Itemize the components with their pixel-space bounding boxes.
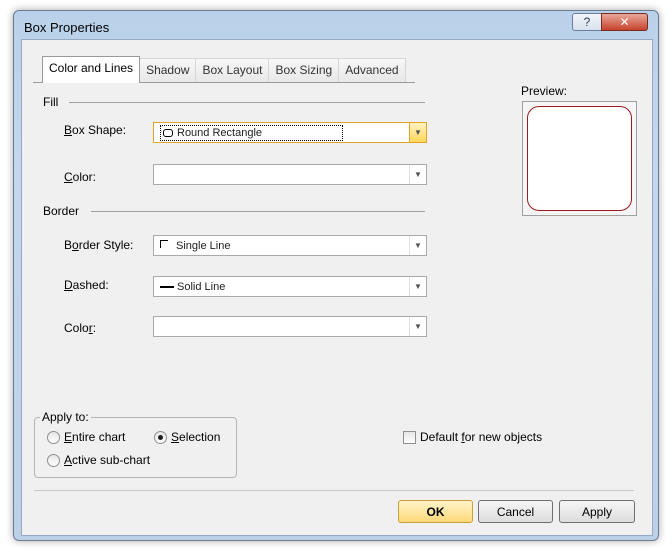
close-button[interactable]: ✕: [601, 13, 648, 31]
tab-box-layout[interactable]: Box Layout: [195, 58, 270, 82]
help-icon: ?: [583, 15, 591, 29]
apply-to-legend: Apply to:: [40, 410, 91, 424]
dashed-label: Dashed:: [64, 278, 109, 292]
help-button[interactable]: ?: [572, 13, 602, 31]
tab-strip: Color and Lines Shadow Box Layout Box Si…: [42, 56, 406, 83]
box-shape-dropdown[interactable]: Round Rectangle ▼: [153, 122, 427, 143]
fill-divider: [69, 102, 425, 103]
active-subchart-radio[interactable]: Active sub-chart: [47, 453, 150, 467]
chevron-down-icon[interactable]: ▼: [409, 123, 426, 142]
tab-color-and-lines[interactable]: Color and Lines: [42, 56, 141, 83]
fill-section-label: Fill: [43, 95, 63, 109]
single-line-corner-icon: [160, 239, 168, 248]
border-style-label: Border Style:: [64, 238, 134, 252]
preview-label: Preview:: [521, 84, 568, 98]
preview-shape: [527, 106, 632, 211]
tab-box-sizing[interactable]: Box Sizing: [268, 58, 340, 82]
selection-label: Selection: [171, 430, 221, 444]
tab-shadow[interactable]: Shadow: [139, 58, 197, 82]
entire-chart-label: Entire chart: [64, 430, 126, 444]
entire-chart-radio[interactable]: Entire chart: [47, 430, 125, 444]
solid-line-icon: [160, 285, 174, 288]
radio-selection[interactable]: [154, 430, 167, 444]
border-divider: [91, 211, 425, 212]
apply-to-group: [34, 417, 237, 478]
border-style-dropdown[interactable]: Single Line ▼: [153, 235, 427, 256]
border-color-label: Color:: [64, 321, 97, 335]
chevron-down-icon[interactable]: ▼: [409, 236, 426, 255]
chevron-down-icon[interactable]: ▼: [409, 277, 426, 296]
dashed-value: Solid Line: [177, 280, 226, 293]
selection-radio[interactable]: Selection: [154, 430, 220, 444]
default-for-new-objects-checkbox[interactable]: Default for new objects: [403, 430, 542, 444]
active-subchart-label: Active sub-chart: [64, 453, 151, 467]
buttons-divider: [34, 490, 634, 491]
close-icon: ✕: [619, 15, 630, 29]
radio-entire-chart[interactable]: [47, 430, 60, 444]
box-shape-value: Round Rectangle: [177, 126, 263, 139]
window-title: Box Properties: [24, 20, 110, 35]
preview-panel: [522, 101, 637, 216]
dashed-dropdown[interactable]: Solid Line ▼: [153, 276, 427, 297]
tab-advanced[interactable]: Advanced: [338, 58, 406, 82]
checkbox-box[interactable]: [403, 430, 416, 444]
default-for-new-objects-label: Default for new objects: [420, 430, 543, 444]
box-shape-label: Box Shape:: [64, 123, 127, 137]
cancel-button[interactable]: Cancel: [478, 500, 553, 523]
border-style-value: Single Line: [176, 239, 231, 252]
chevron-down-icon[interactable]: ▼: [409, 317, 426, 336]
round-rectangle-icon: [163, 128, 173, 137]
ok-button[interactable]: OK: [398, 500, 473, 523]
border-color-dropdown[interactable]: ▼: [153, 316, 427, 337]
fill-color-label: Color:: [64, 170, 97, 184]
dialog-client: Color and Lines Shadow Box Layout Box Si…: [21, 39, 653, 536]
radio-active-subchart[interactable]: [47, 453, 60, 467]
border-section-label: Border: [43, 204, 84, 218]
fill-color-dropdown[interactable]: ▼: [153, 164, 427, 185]
dialog-window: Box Properties ? ✕ Color and Lines Shado…: [13, 10, 659, 541]
chevron-down-icon[interactable]: ▼: [409, 165, 426, 184]
apply-button[interactable]: Apply: [559, 500, 635, 523]
